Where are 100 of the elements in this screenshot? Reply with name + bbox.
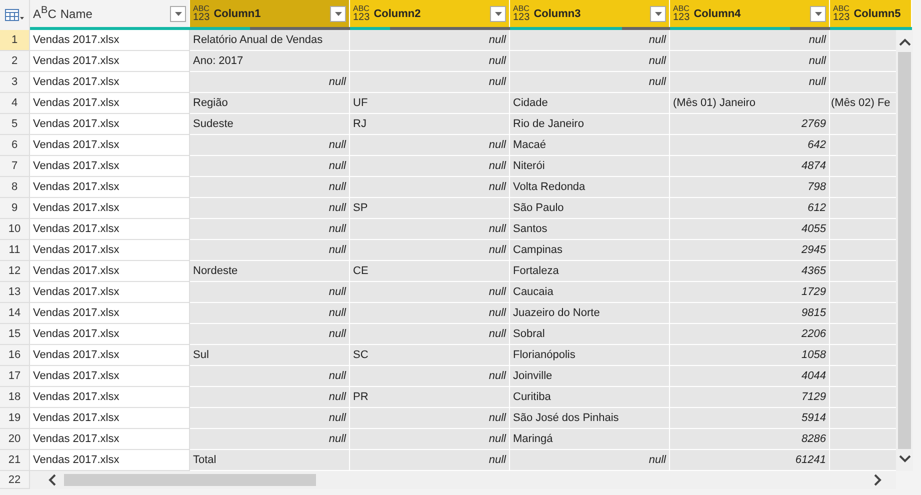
row-number: 22 [0,471,30,489]
row-number: 12 [0,261,30,282]
row-number: 15 [0,324,30,345]
table-cell: null [670,72,830,93]
scroll-down-icon[interactable] [898,455,910,463]
filter-dropdown-button[interactable] [810,6,826,22]
table-cell: Vendas 2017.xlsx [30,177,190,198]
column-name: Column4 [694,8,742,20]
table-cell: Cidade [510,93,670,114]
table-cell [830,72,896,93]
caret-icon [174,12,182,16]
table-cell: Vendas 2017.xlsx [30,408,190,429]
error-segment [622,27,670,30]
table-cell: null [350,51,510,72]
filter-dropdown-button[interactable] [490,6,506,22]
table-cell [830,366,896,387]
table-cell: 5914 [670,408,830,429]
table-cell: Vendas 2017.xlsx [30,282,190,303]
scrollbar-thumb[interactable] [64,474,316,486]
table-cell [830,261,896,282]
table-cell: Vendas 2017.xlsx [30,30,190,51]
scroll-up-icon[interactable] [898,38,910,46]
table-cell: Sudeste [190,114,350,135]
table-cell [830,114,896,135]
table-cell: null [190,219,350,240]
table-cell: null [190,324,350,345]
table-cell: null [190,135,350,156]
row-number: 16 [0,345,30,366]
column-name: Column3 [534,8,582,20]
table-cell: Relatório Anual de Vendas [190,30,350,51]
column-name: Name [60,6,94,20]
table-cell: Joinville [510,366,670,387]
table-cell: Sul [190,345,350,366]
filter-dropdown-button[interactable] [650,6,666,22]
table-cell: Sobral [510,324,670,345]
table-cell: null [510,30,670,51]
scroll-left-icon[interactable] [48,474,56,486]
filter-dropdown-button[interactable] [170,6,186,22]
table-cell [830,156,896,177]
caret-icon [494,12,502,16]
table-cell: null [190,156,350,177]
table-cell: Ano: 2017 [190,51,350,72]
table-cell [830,51,896,72]
row-number: 2 [0,51,30,72]
scroll-right-icon[interactable] [874,474,882,486]
table-cell: null [190,282,350,303]
row-number: 14 [0,303,30,324]
table-cell: null [190,429,350,450]
table-cell: Maringá [510,429,670,450]
table-cell: 4874 [670,156,830,177]
caret-icon [814,12,822,16]
table-cell: Vendas 2017.xlsx [30,324,190,345]
table-cell: Vendas 2017.xlsx [30,135,190,156]
row-number: 13 [0,282,30,303]
row-number: 11 [0,240,30,261]
table-cell: null [510,72,670,93]
caret-icon [334,12,342,16]
table-cell [830,219,896,240]
table-cell: null [510,450,670,471]
table-cell: null [190,198,350,219]
table-cell: null [350,240,510,261]
table-cell [830,387,896,408]
table-cell: Vendas 2017.xlsx [30,303,190,324]
table-cell: null [350,72,510,93]
table-cell: Vendas 2017.xlsx [30,429,190,450]
table-cell: Vendas 2017.xlsx [30,51,190,72]
row-number: 4 [0,93,30,114]
row-number: 9 [0,198,30,219]
table-cell [830,30,896,51]
column-name: Column1 [214,8,262,20]
table-icon [4,9,24,21]
row-number: 6 [0,135,30,156]
table-cell: Total [190,450,350,471]
table-cell: null [350,30,510,51]
table-cell: null [350,429,510,450]
table-cell: 8286 [670,429,830,450]
table-cell: null [350,366,510,387]
table-cell: 2769 [670,114,830,135]
scrollbar-thumb[interactable] [898,52,911,449]
table-cell: 4044 [670,366,830,387]
table-cell: Vendas 2017.xlsx [30,114,190,135]
table-cell: Macaé [510,135,670,156]
table-cell [830,198,896,219]
table-cell [830,345,896,366]
table-cell: Vendas 2017.xlsx [30,219,190,240]
table-cell: Região [190,93,350,114]
table-cell: null [670,51,830,72]
table-cell: Florianópolis [510,345,670,366]
table-cell: Juazeiro do Norte [510,303,670,324]
table-cell: null [350,408,510,429]
table-cell: São José dos Pinhais [510,408,670,429]
table-cell: null [350,135,510,156]
filter-dropdown-button[interactable] [330,6,346,22]
table-cell: 1729 [670,282,830,303]
table-cell: RJ [350,114,510,135]
row-number: 7 [0,156,30,177]
row-number: 20 [0,429,30,450]
table-cell [830,450,896,471]
table-cell: null [350,450,510,471]
table-cell: null [350,177,510,198]
